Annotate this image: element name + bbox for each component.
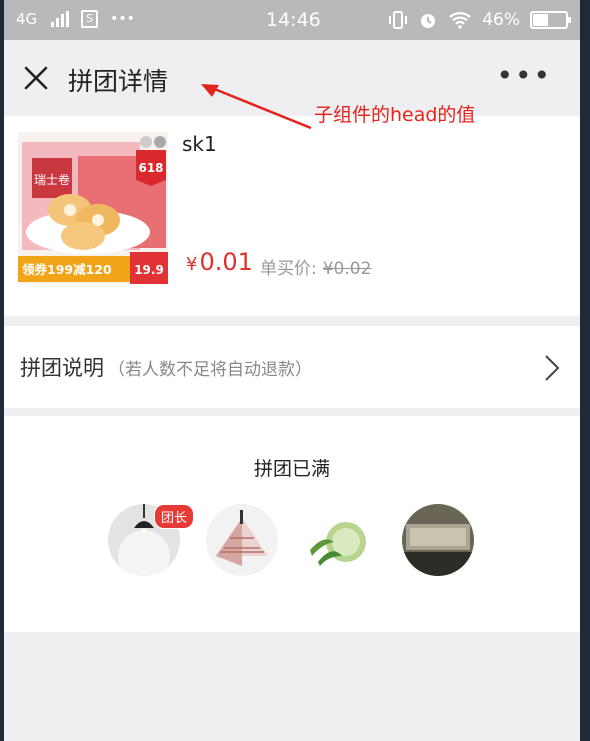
- annotation-label: 子组件的head的值: [314, 104, 476, 126]
- product-card[interactable]: 瑞士卷 618 领券199减120 19.9 sk1 ¥0.01 单买价: ¥0.…: [4, 116, 580, 316]
- status-left: 4G S •••: [16, 10, 135, 28]
- signal-icon: [51, 11, 70, 27]
- phone-screen: 4G S ••• 14:46 46% 拼团详情 ••• 瑞士卷 618 领券19…: [4, 0, 580, 741]
- avatar-umbrella[interactable]: [206, 504, 278, 576]
- group-status: 拼团已满: [253, 458, 330, 480]
- group-members-section: 拼团已满 团长: [4, 416, 580, 632]
- avatar-keyboard[interactable]: [402, 504, 474, 576]
- battery-icon: [530, 11, 571, 29]
- avatar-aloe[interactable]: [304, 504, 376, 576]
- alarm-icon: [421, 14, 436, 28]
- single-price-label: 单买价:: [260, 259, 317, 279]
- more-menu-button[interactable]: •••: [496, 62, 552, 90]
- status-bar: 4G S ••• 14:46 46%: [4, 0, 580, 40]
- group-rules-row[interactable]: 拼团说明 （若人数不足将自动退款）: [4, 326, 580, 408]
- single-buy-price: 单买价: ¥0.02: [260, 254, 371, 279]
- price-value: 0.01: [199, 248, 253, 276]
- status-dots: •••: [110, 11, 135, 27]
- vibrate-icon: [389, 11, 408, 29]
- battery-percent: 46%: [482, 10, 520, 30]
- status-right: 46%: [388, 10, 571, 30]
- network-label: 4G: [16, 10, 38, 28]
- price-tag-text: 19.9: [134, 263, 164, 277]
- group-rules-subtitle: （若人数不足将自动退款）: [108, 360, 312, 380]
- group-rules-label: 拼团说明 （若人数不足将自动退款）: [20, 352, 312, 382]
- product-name: sk1: [182, 132, 217, 156]
- chevron-right-icon: [545, 355, 560, 381]
- leader-badge: 团长: [154, 504, 195, 529]
- wifi-icon: [449, 12, 471, 29]
- group-price: ¥0.01: [186, 248, 253, 276]
- single-price-value: ¥0.02: [322, 259, 372, 279]
- product-image: 瑞士卷 618 领券199减120 19.9: [18, 132, 168, 284]
- status-time: 14:46: [266, 9, 321, 31]
- coupon-text: 领券199减120: [22, 262, 112, 277]
- badge-618: 618: [138, 161, 163, 175]
- close-icon[interactable]: [22, 64, 50, 92]
- annotation-arrow-icon: [201, 84, 312, 130]
- sim-icon: S: [81, 10, 99, 28]
- price-currency: ¥: [186, 254, 198, 275]
- brand-text: 瑞士卷: [34, 172, 70, 187]
- group-rules-title: 拼团说明: [20, 356, 104, 380]
- page-title: 拼团详情: [68, 67, 169, 96]
